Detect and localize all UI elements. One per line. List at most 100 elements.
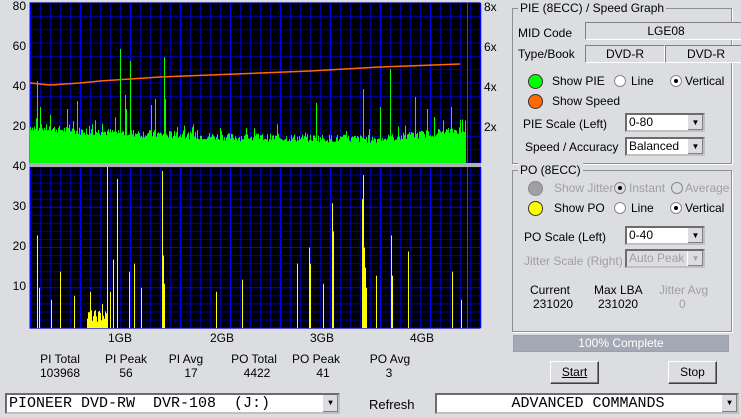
pie-vertical-radio[interactable] — [670, 75, 682, 87]
pie-bar — [337, 135, 338, 163]
po-peak-value: 41 — [316, 366, 330, 380]
pie-bar — [166, 134, 167, 163]
pie-bar — [72, 128, 73, 163]
axis-tick: 8x — [484, 0, 497, 14]
refresh-button[interactable]: Refresh — [369, 397, 415, 412]
chevron-down-icon[interactable]: ▼ — [322, 395, 338, 412]
pie-bar — [302, 134, 303, 163]
po-bar — [96, 316, 97, 328]
pie-bar — [80, 134, 81, 163]
pie-bar — [161, 133, 162, 163]
drive-select[interactable]: PIONEER DVD-RW DVR-108 (J:) ▼ — [5, 393, 340, 414]
pie-bar — [283, 140, 284, 163]
pie-bar — [305, 132, 306, 163]
pie-bar — [286, 136, 287, 163]
pie-bar — [78, 133, 79, 163]
pie-bar — [278, 133, 279, 163]
pie-scale-select[interactable]: 0-80 ▼ — [625, 113, 705, 132]
pie-bar — [460, 119, 461, 163]
chevron-down-icon[interactable]: ▼ — [721, 395, 737, 412]
po-vertical-radio[interactable] — [670, 202, 682, 214]
pie-vertical-label[interactable]: Vertical — [685, 74, 724, 88]
progress-text: 100% Complete — [578, 336, 664, 350]
pie-bar — [384, 138, 385, 163]
po-bar — [364, 247, 365, 328]
pie-bar — [319, 142, 320, 163]
pie-bar — [357, 135, 358, 163]
progress-bar: 100% Complete — [513, 335, 729, 352]
chevron-down-icon[interactable]: ▼ — [687, 228, 703, 243]
pie-scale-label: PIE Scale (Left) — [523, 117, 608, 131]
pie-bar — [151, 105, 152, 163]
stop-button[interactable]: Stop — [668, 361, 717, 384]
axis-tick: 20 — [12, 119, 26, 133]
pie-bar — [408, 133, 409, 163]
pie-bar — [218, 138, 219, 163]
pie-bar — [372, 136, 373, 163]
pie-bar — [105, 131, 106, 163]
pie-bar — [211, 136, 212, 163]
pie-bar — [244, 136, 245, 163]
pie-bar — [345, 135, 346, 163]
pie-bar — [44, 127, 45, 163]
pie-bar — [179, 136, 180, 163]
pie-bar — [353, 137, 354, 163]
show-speed-label[interactable]: Show Speed — [552, 94, 620, 108]
pie-line-label[interactable]: Line — [631, 74, 654, 88]
pi-avg-label: PI Avg — [168, 352, 204, 366]
pie-bar — [257, 134, 258, 163]
pie-bar — [432, 135, 433, 163]
pie-bar — [293, 136, 294, 163]
mid-code-field: LGE08 — [585, 22, 741, 40]
pie-bar — [441, 132, 442, 163]
pie-bar — [82, 129, 83, 163]
pie-bar — [285, 139, 286, 163]
pie-bar — [253, 137, 254, 163]
pi-total-value: 103968 — [39, 366, 81, 380]
po-bar — [242, 279, 243, 328]
po-scale-select[interactable]: 0-40 ▼ — [625, 226, 705, 245]
pie-bar — [390, 69, 391, 163]
pie-bar — [338, 140, 339, 163]
po-avg-value: 3 — [385, 366, 393, 380]
po-color-icon[interactable] — [528, 201, 543, 216]
show-po-label[interactable]: Show PO — [554, 201, 605, 215]
pie-bar — [31, 130, 32, 163]
pie-bar — [68, 128, 69, 163]
pie-bar — [241, 136, 242, 163]
pie-bar — [231, 133, 232, 163]
pie-bar — [419, 131, 420, 163]
pie-bar — [456, 130, 457, 163]
pi-avg-value: 17 — [184, 366, 198, 380]
pie-line-radio[interactable] — [614, 75, 626, 87]
po-line-label[interactable]: Line — [631, 201, 654, 215]
pie-bar — [415, 97, 416, 163]
pie-bar — [119, 133, 120, 163]
pie-po-graph — [29, 2, 482, 329]
pie-bar — [203, 139, 204, 163]
show-pie-label[interactable]: Show PIE — [552, 74, 605, 88]
po-bar — [102, 303, 103, 328]
pie-bar — [427, 109, 428, 163]
pie-bar — [228, 133, 229, 163]
pie-bar — [61, 129, 62, 163]
pie-bar — [85, 135, 86, 163]
pie-color-icon[interactable] — [528, 74, 543, 89]
pie-bar — [143, 131, 144, 163]
pie-bar — [49, 126, 50, 163]
speed-accuracy-select[interactable]: Balanced ▼ — [625, 137, 705, 156]
speed-color-icon[interactable] — [528, 94, 543, 109]
pie-bar — [213, 135, 214, 163]
po-bar — [105, 311, 106, 328]
chevron-down-icon[interactable]: ▼ — [687, 139, 703, 154]
chevron-down-icon[interactable]: ▼ — [687, 115, 703, 130]
pie-bar — [113, 131, 114, 163]
advanced-commands-select[interactable]: ADVANCED COMMANDS ▼ — [435, 393, 739, 414]
pie-bar — [314, 135, 315, 163]
pie-bar — [42, 128, 43, 163]
pie-bar — [67, 109, 68, 163]
po-avg-label: PO Avg — [369, 352, 411, 366]
start-button[interactable]: Start — [550, 361, 599, 384]
po-vertical-label[interactable]: Vertical — [685, 201, 724, 215]
po-line-radio[interactable] — [614, 202, 626, 214]
